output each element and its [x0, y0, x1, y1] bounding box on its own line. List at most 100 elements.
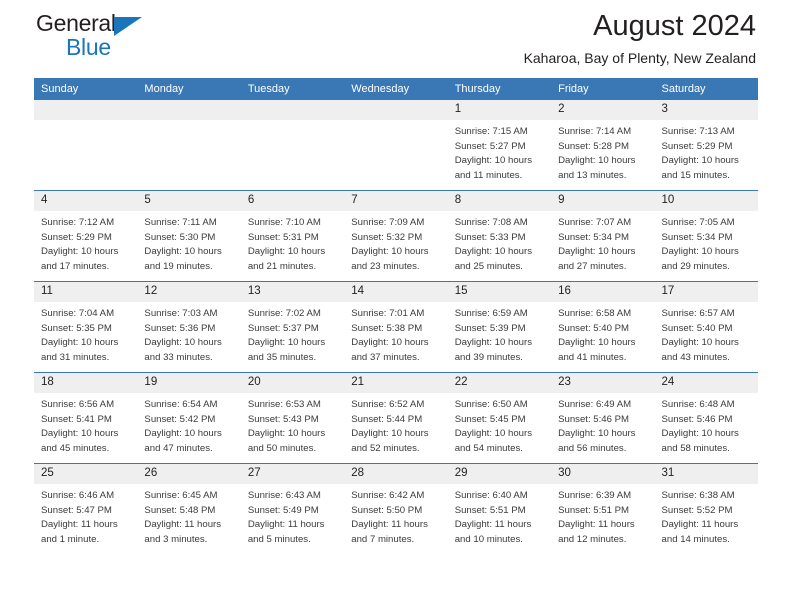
sunrise-text: Sunrise: 7:02 AM — [247, 308, 321, 319]
calendar-day-cell[interactable]: 27 Sunrise: 6:43 AM Sunset: 5:49 PM Dayligh… — [240, 463, 345, 554]
calendar-day-cell[interactable]: 29 Sunrise: 6:40 AM Sunset: 5:51 PM Dayligh… — [447, 463, 552, 554]
day-number — [34, 100, 138, 120]
daylight-text-line2: and 54 minutes. — [454, 442, 523, 454]
day-sun-info: Sunrise: 7:03 AM Sunset: 5:36 PM Daylight:… — [137, 302, 240, 365]
calendar-day-cell[interactable]: 21 Sunrise: 6:52 AM Sunset: 5:44 PM Dayligh… — [344, 372, 448, 464]
calendar-day-cell[interactable] — [240, 100, 345, 191]
day-number: 25 — [34, 464, 138, 484]
sunset-text: Sunset: 5:48 PM — [144, 504, 216, 516]
calendar-day-cell[interactable]: 5 Sunrise: 7:11 AM Sunset: 5:30 PM Daylight… — [137, 190, 241, 282]
day-number: 16 — [551, 282, 655, 302]
calendar-week-row: 1 Sunrise: 7:15 AM Sunset: 5:27 PM Daylight… — [34, 100, 758, 191]
sunrise-text: Sunrise: 6:50 AM — [454, 399, 528, 410]
sunrise-text: Sunrise: 7:13 AM — [661, 126, 735, 137]
day-number: 3 — [654, 100, 758, 120]
sunset-text: Sunset: 5:27 PM — [454, 140, 526, 152]
calendar-day-cell[interactable]: 17 Sunrise: 6:57 AM Sunset: 5:40 PM Dayligh… — [654, 281, 758, 373]
day-number: 7 — [344, 191, 448, 211]
day-cell: 28 Sunrise: 6:42 AM Sunset: 5:50 PM Dayligh… — [344, 464, 448, 554]
daylight-text-line1: Daylight: 10 hours — [661, 155, 739, 167]
day-cell: 15 Sunrise: 6:59 AM Sunset: 5:39 PM Dayligh… — [447, 282, 552, 372]
page-header: General Blue August 2024 Kaharoa, Bay of… — [34, 0, 758, 78]
calendar-day-cell[interactable]: 8 Sunrise: 7:08 AM Sunset: 5:33 PM Daylight… — [447, 190, 552, 282]
daylight-text-line2: and 11 minutes. — [454, 169, 523, 181]
calendar-day-cell[interactable]: 16 Sunrise: 6:58 AM Sunset: 5:40 PM Dayligh… — [551, 281, 655, 373]
sunset-text: Sunset: 5:47 PM — [41, 504, 112, 516]
sunset-text: Sunset: 5:29 PM — [41, 231, 112, 243]
day-cell: 30 Sunrise: 6:39 AM Sunset: 5:51 PM Dayligh… — [551, 464, 655, 554]
calendar-day-cell[interactable]: 18 Sunrise: 6:56 AM Sunset: 5:41 PM Dayligh… — [34, 372, 138, 464]
sunset-text: Sunset: 5:36 PM — [144, 322, 216, 334]
weekday-header-thursday: Thursday — [447, 78, 552, 100]
calendar-day-cell[interactable]: 7 Sunrise: 7:09 AM Sunset: 5:32 PM Daylight… — [344, 190, 448, 282]
calendar-day-cell[interactable]: 3 Sunrise: 7:13 AM Sunset: 5:29 PM Daylight… — [654, 100, 758, 191]
day-sun-info: Sunrise: 6:42 AM Sunset: 5:50 PM Daylight:… — [344, 484, 447, 547]
daylight-text-line2: and 50 minutes. — [247, 442, 317, 454]
calendar-day-cell[interactable]: 15 Sunrise: 6:59 AM Sunset: 5:39 PM Dayligh… — [447, 281, 552, 373]
calendar-day-cell[interactable]: 30 Sunrise: 6:39 AM Sunset: 5:51 PM Dayligh… — [551, 463, 655, 554]
day-number: 22 — [447, 373, 552, 393]
weekday-header-tuesday: Tuesday — [240, 78, 345, 100]
day-cell: 26 Sunrise: 6:45 AM Sunset: 5:48 PM Dayligh… — [137, 464, 241, 554]
day-sun-info: Sunrise: 6:50 AM Sunset: 5:45 PM Daylight:… — [448, 393, 551, 456]
calendar-day-cell[interactable]: 12 Sunrise: 7:03 AM Sunset: 5:36 PM Dayligh… — [137, 281, 241, 373]
calendar-day-cell[interactable]: 23 Sunrise: 6:49 AM Sunset: 5:46 PM Dayligh… — [551, 372, 655, 464]
title-block: August 2024 Kaharoa, Bay of Plenty, New … — [524, 10, 756, 67]
day-cell: 9 Sunrise: 7:07 AM Sunset: 5:34 PM Daylight… — [551, 191, 655, 281]
sunset-text: Sunset: 5:39 PM — [454, 322, 526, 334]
weekday-header-monday: Monday — [137, 78, 241, 100]
day-sun-info: Sunrise: 6:53 AM Sunset: 5:43 PM Daylight:… — [241, 393, 344, 456]
day-cell-empty — [344, 100, 448, 190]
calendar-day-cell[interactable]: 31 Sunrise: 6:38 AM Sunset: 5:52 PM Dayligh… — [654, 463, 758, 554]
calendar-day-cell[interactable]: 6 Sunrise: 7:10 AM Sunset: 5:31 PM Daylight… — [240, 190, 345, 282]
day-number: 24 — [654, 373, 758, 393]
calendar-day-cell[interactable]: 14 Sunrise: 7:01 AM Sunset: 5:38 PM Dayligh… — [344, 281, 448, 373]
day-number: 21 — [344, 373, 448, 393]
day-cell: 31 Sunrise: 6:38 AM Sunset: 5:52 PM Dayligh… — [654, 464, 758, 554]
daylight-text-line1: Daylight: 11 hours — [454, 519, 532, 531]
calendar-day-cell[interactable]: 10 Sunrise: 7:05 AM Sunset: 5:34 PM Dayligh… — [654, 190, 758, 282]
calendar-day-cell[interactable]: 13 Sunrise: 7:02 AM Sunset: 5:37 PM Dayligh… — [240, 281, 345, 373]
calendar-day-cell[interactable]: 9 Sunrise: 7:07 AM Sunset: 5:34 PM Daylight… — [551, 190, 655, 282]
day-cell: 25 Sunrise: 6:46 AM Sunset: 5:47 PM Dayligh… — [34, 464, 138, 554]
calendar-day-cell[interactable]: 4 Sunrise: 7:12 AM Sunset: 5:29 PM Daylight… — [34, 190, 138, 282]
calendar-day-cell[interactable]: 11 Sunrise: 7:04 AM Sunset: 5:35 PM Dayligh… — [34, 281, 138, 373]
calendar-day-cell[interactable]: 20 Sunrise: 6:53 AM Sunset: 5:43 PM Dayligh… — [240, 372, 345, 464]
sunrise-text: Sunrise: 7:12 AM — [41, 217, 115, 228]
calendar-day-cell[interactable]: 22 Sunrise: 6:50 AM Sunset: 5:45 PM Dayligh… — [447, 372, 552, 464]
day-number: 17 — [654, 282, 758, 302]
sunrise-text: Sunrise: 7:05 AM — [661, 217, 735, 228]
daylight-text-line2: and 45 minutes. — [41, 442, 110, 454]
daylight-text-line1: Daylight: 10 hours — [351, 246, 429, 258]
sunset-text: Sunset: 5:44 PM — [351, 413, 423, 425]
day-number: 19 — [137, 373, 241, 393]
day-number: 10 — [654, 191, 758, 211]
day-cell-empty — [240, 100, 345, 190]
sunset-text: Sunset: 5:42 PM — [144, 413, 216, 425]
calendar-day-cell[interactable]: 19 Sunrise: 6:54 AM Sunset: 5:42 PM Dayligh… — [137, 372, 241, 464]
daylight-text-line2: and 23 minutes. — [351, 260, 420, 272]
generalblue-logo[interactable]: General Blue — [36, 12, 156, 64]
day-number: 5 — [137, 191, 241, 211]
calendar-day-cell[interactable]: 28 Sunrise: 6:42 AM Sunset: 5:50 PM Dayligh… — [344, 463, 448, 554]
daylight-text-line2: and 7 minutes. — [351, 533, 415, 545]
daylight-text-line1: Daylight: 10 hours — [144, 428, 222, 440]
day-number — [137, 100, 241, 120]
calendar-day-cell[interactable]: 26 Sunrise: 6:45 AM Sunset: 5:48 PM Dayligh… — [137, 463, 241, 554]
calendar-day-cell[interactable] — [344, 100, 448, 191]
calendar-day-cell[interactable]: 2 Sunrise: 7:14 AM Sunset: 5:28 PM Daylight… — [551, 100, 655, 191]
day-number: 15 — [447, 282, 552, 302]
day-cell: 20 Sunrise: 6:53 AM Sunset: 5:43 PM Dayligh… — [240, 373, 345, 463]
calendar-day-cell[interactable] — [137, 100, 241, 191]
calendar-day-cell[interactable]: 24 Sunrise: 6:48 AM Sunset: 5:46 PM Dayligh… — [654, 372, 758, 464]
day-cell: 16 Sunrise: 6:58 AM Sunset: 5:40 PM Dayligh… — [551, 282, 655, 372]
weekday-header-wednesday: Wednesday — [344, 78, 448, 100]
calendar-day-cell[interactable]: 1 Sunrise: 7:15 AM Sunset: 5:27 PM Daylight… — [447, 100, 552, 191]
sunset-text: Sunset: 5:28 PM — [558, 140, 630, 152]
calendar-day-cell[interactable] — [34, 100, 138, 191]
day-number: 29 — [447, 464, 552, 484]
sunset-text: Sunset: 5:31 PM — [247, 231, 319, 243]
day-sun-info: Sunrise: 7:02 AM Sunset: 5:37 PM Daylight:… — [241, 302, 344, 365]
daylight-text-line2: and 52 minutes. — [351, 442, 420, 454]
calendar-day-cell[interactable]: 25 Sunrise: 6:46 AM Sunset: 5:47 PM Dayligh… — [34, 463, 138, 554]
